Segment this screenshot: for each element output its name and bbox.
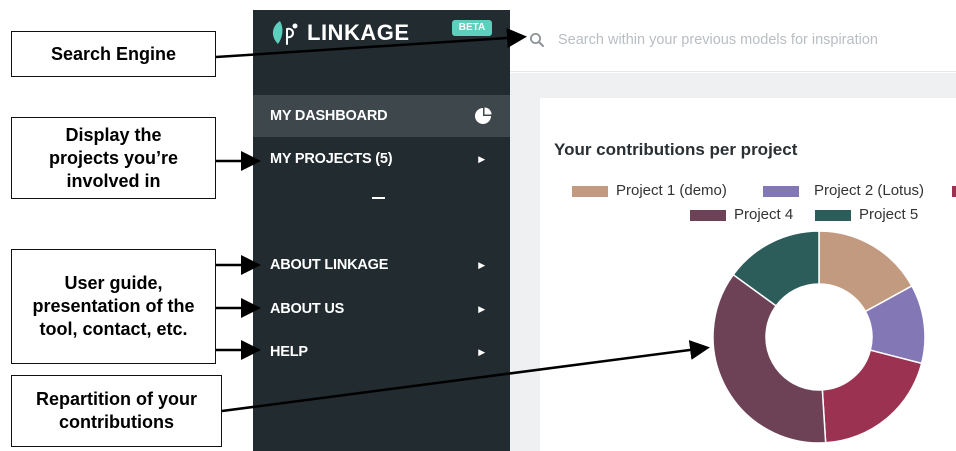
arrow-search: [215, 27, 527, 59]
annotation-arrows: [215, 27, 710, 413]
arrow-repartition: [221, 340, 710, 413]
